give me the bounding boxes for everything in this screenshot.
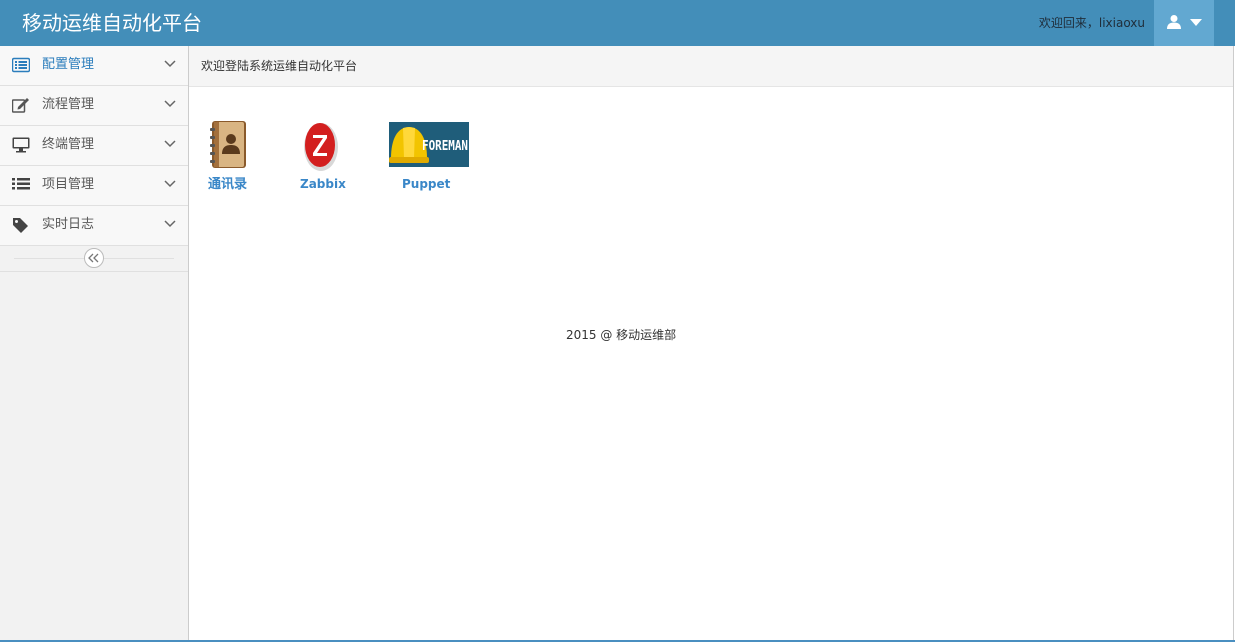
caret-down-icon	[1190, 19, 1202, 26]
sidebar-item-config[interactable]: 配置管理	[0, 46, 188, 86]
chevron-down-icon	[164, 140, 176, 148]
user-icon	[1167, 15, 1181, 29]
sidebar-item-label: 配置管理	[42, 57, 95, 72]
chevron-down-icon	[164, 220, 176, 228]
sidebar-item-label: 终端管理	[42, 137, 95, 152]
sidebar-collapse-bar	[0, 245, 188, 272]
app-label-puppet[interactable]: Puppet	[402, 177, 450, 191]
app-tile-puppet[interactable]: FOREMAN	[389, 122, 469, 167]
foreman-logo-text: FOREMAN	[422, 139, 468, 154]
sidebar-item-terminal[interactable]: 终端管理	[0, 126, 188, 166]
tag-icon	[13, 218, 28, 233]
list-icon	[12, 178, 30, 190]
chevron-down-icon	[164, 100, 176, 108]
app-tile-contacts[interactable]	[209, 120, 249, 170]
sidebar-item-process[interactable]: 流程管理	[0, 86, 188, 126]
top-navbar: 移动运维自动化平台 欢迎回来，lixiaoxu	[0, 0, 1235, 46]
sidebar-item-label: 项目管理	[42, 177, 95, 192]
desktop-icon	[12, 137, 30, 153]
edit-icon	[12, 98, 29, 113]
app-tile-zabbix[interactable]	[303, 120, 339, 172]
zabbix-logo	[304, 123, 338, 171]
sidebar-item-project[interactable]: 项目管理	[0, 166, 188, 206]
address-book-icon	[210, 121, 246, 168]
brand-title[interactable]: 移动运维自动化平台	[22, 10, 202, 36]
chevron-down-icon	[164, 60, 176, 68]
double-angle-left-icon	[88, 253, 99, 263]
breadcrumb-text: 欢迎登陆系统运维自动化平台	[201, 59, 358, 73]
breadcrumb: 欢迎登陆系统运维自动化平台	[189, 46, 1234, 87]
welcome-text: 欢迎回来，lixiaoxu	[1038, 16, 1145, 30]
sidebar-item-realtime-log[interactable]: 实时日志	[0, 206, 188, 246]
sidebar-item-label: 实时日志	[42, 217, 95, 232]
list-alt-icon	[12, 57, 30, 73]
chevron-down-icon	[164, 180, 176, 188]
app-label-contacts[interactable]: 通讯录	[208, 178, 247, 192]
footer-text: 2015 @ 移动运维部	[566, 328, 677, 342]
page: 移动运维自动化平台 欢迎回来，lixiaoxu 配置管理 流程管理 终端管理 项…	[0, 0, 1235, 642]
sidebar-item-label: 流程管理	[42, 97, 95, 112]
content-right-border	[1233, 46, 1234, 640]
app-label-zabbix[interactable]: Zabbix	[300, 177, 346, 191]
user-menu-button[interactable]	[1154, 0, 1214, 46]
sidebar-collapse-button[interactable]	[84, 248, 104, 268]
sidebar: 配置管理 流程管理 终端管理 项目管理 实时日志	[0, 46, 189, 642]
foreman-logo: FOREMAN	[389, 122, 469, 167]
